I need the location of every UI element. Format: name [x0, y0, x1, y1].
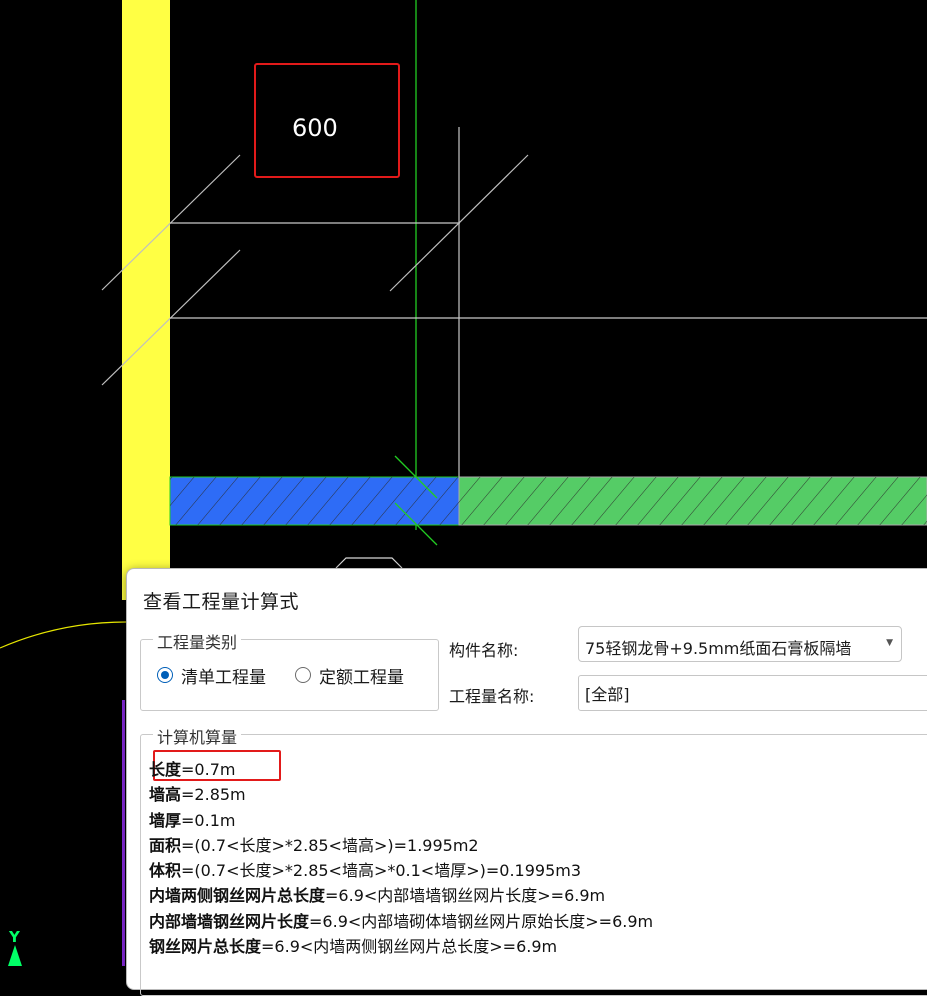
component-name-select[interactable]: 75轻钢龙骨+9.5mm纸面石膏板隔墙 ▼: [578, 626, 902, 662]
calc-line-expr: =6.9<内部墙砌体墙钢丝网片原始长度>=6.9m: [309, 911, 654, 931]
calc-line-name: 内部墙墙钢丝网片长度: [149, 911, 310, 931]
calc-line-name: 面积: [149, 835, 182, 855]
y-axis-arrow-icon: [8, 945, 22, 966]
radio-list-quantity[interactable]: 清单工程量: [157, 663, 266, 688]
octagon-outline: [335, 557, 403, 569]
grid-lines: [170, 127, 927, 477]
radio-quota-quantity-circle[interactable]: [295, 667, 311, 683]
yellow-arc: [0, 621, 127, 649]
panel-left-accent: [122, 700, 125, 966]
quantity-name-label: 工程量名称:: [449, 687, 535, 706]
calc-line-mesh-total-both-sides: 内墙两侧钢丝网片总长度=6.9<内部墙墙钢丝网片长度>=6.9m: [149, 883, 653, 908]
dialog-title: 查看工程量计算式: [143, 591, 300, 613]
component-name-label: 构件名称:: [449, 641, 519, 660]
calc-line-mesh-total: 钢丝网片总长度=6.9<内墙两侧钢丝网片总长度>=6.9m: [149, 934, 653, 959]
calc-line-expr: =6.9<内墙两侧钢丝网片总长度>=6.9m: [261, 937, 558, 957]
radio-quota-quantity-label[interactable]: 定额工程量: [319, 663, 404, 688]
yellow-wall[interactable]: [122, 0, 170, 600]
calc-formula-list: 长度=0.7m 墙高=2.85m 墙厚=0.1m 面积=(0.7<长度>*2.8…: [149, 757, 653, 959]
calc-line-name: 墙厚: [149, 810, 182, 830]
calc-line-name: 内墙两侧钢丝网片总长度: [149, 886, 326, 906]
calc-line-wall-height: 墙高=2.85m: [149, 782, 653, 807]
dropdown-caret-icon: ▼: [886, 638, 893, 648]
wall-hatch: [170, 477, 927, 525]
radio-quota-quantity[interactable]: 定额工程量: [295, 663, 404, 688]
calc-line-inner-wall-mesh: 内部墙墙钢丝网片长度=6.9<内部墙砌体墙钢丝网片原始长度>=6.9m: [149, 909, 653, 934]
calc-line-expr: =2.85m: [181, 785, 246, 805]
quantity-name-input[interactable]: [578, 675, 927, 711]
quantity-type-group: 工程量类别 清单工程量 定额工程量: [140, 629, 439, 711]
quantity-type-legend: 工程量类别: [153, 629, 242, 653]
calc-line-expr: =0.7m: [181, 760, 236, 779]
calc-line-volume: 体积=(0.7<长度>*2.85<墙高>*0.1<墙厚>)=0.1995m3: [149, 858, 653, 883]
calc-line-name: 体积: [149, 861, 182, 881]
calc-line-length: 长度=0.7m: [149, 757, 653, 782]
calc-line-area: 面积=(0.7<长度>*2.85<墙高>)=1.995m2: [149, 833, 653, 858]
dimension-annotation: 600: [292, 114, 338, 142]
calc-line-name: 钢丝网片总长度: [149, 937, 262, 957]
calc-line-expr: =6.9<内部墙墙钢丝网片长度>=6.9m: [325, 886, 606, 906]
y-axis-label: Y: [8, 928, 21, 946]
calc-line-name: 墙高: [149, 785, 182, 805]
calc-line-wall-thickness: 墙厚=0.1m: [149, 808, 653, 833]
radio-list-quantity-label[interactable]: 清单工程量: [181, 663, 266, 688]
calc-line-expr: =0.1m: [181, 810, 236, 830]
view-quantity-formula-dialog: 查看工程量计算式 工程量类别 清单工程量 定额工程量 构件名称: 75轻钢龙骨+…: [126, 568, 927, 996]
calc-line-expr: =(0.7<长度>*2.85<墙高>)=1.995m2: [181, 835, 479, 855]
calc-line-expr: =(0.7<长度>*2.85<墙高>*0.1<墙厚>)=0.1995m3: [181, 861, 582, 881]
component-name-value: 75轻钢龙骨+9.5mm纸面石膏板隔墙: [585, 639, 852, 658]
calc-line-name: 长度: [149, 760, 182, 779]
computer-calc-legend: 计算机算量: [153, 724, 242, 748]
radio-list-quantity-circle[interactable]: [157, 667, 173, 683]
